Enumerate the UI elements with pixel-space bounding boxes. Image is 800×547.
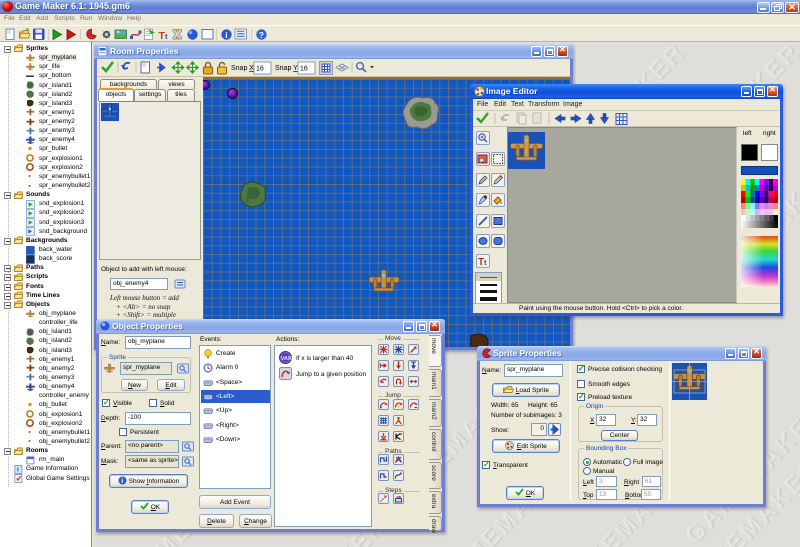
svg-text:i: i xyxy=(225,30,227,40)
svg-text:t: t xyxy=(165,32,168,41)
svg-text:VAR: VAR xyxy=(281,356,292,362)
svg-text:16: 16 xyxy=(256,66,264,73)
svg-text:i: i xyxy=(17,466,19,473)
svg-text:16: 16 xyxy=(300,66,308,73)
svg-text:t: t xyxy=(484,258,487,267)
svg-text:Snap Y:: Snap Y: xyxy=(275,65,299,72)
svg-text:Snap X:: Snap X: xyxy=(231,65,256,72)
svg-text:?: ? xyxy=(259,30,264,40)
svg-text:i: i xyxy=(121,478,123,485)
